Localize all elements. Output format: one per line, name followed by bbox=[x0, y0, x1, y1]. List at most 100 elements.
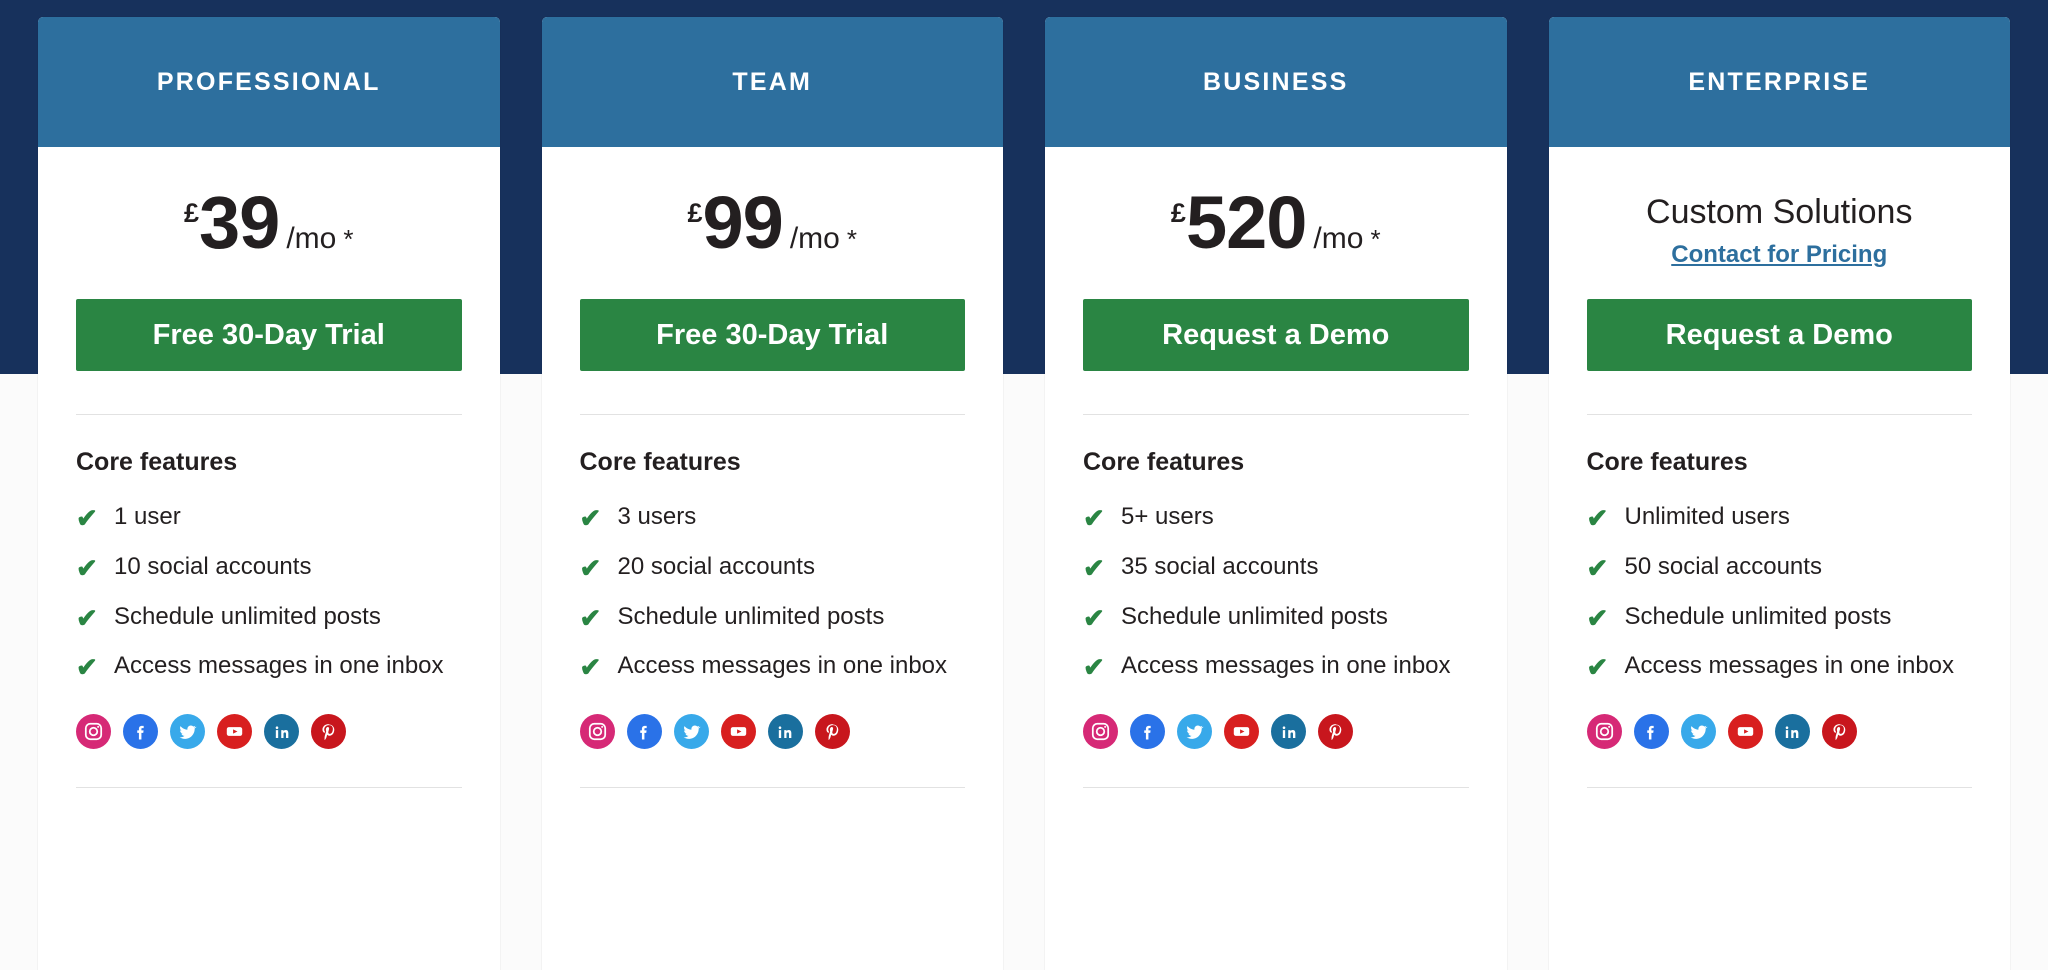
feature-list-item: ✔ 1 user bbox=[76, 495, 462, 542]
twitter-icon[interactable] bbox=[1680, 714, 1716, 750]
cta-button-business[interactable]: Request a Demo bbox=[1083, 299, 1469, 371]
price: £39/mo * bbox=[184, 186, 353, 260]
feature-list-item: ✔ Schedule unlimited posts bbox=[1587, 595, 1973, 642]
feature-label: 3 users bbox=[617, 503, 697, 530]
youtube-icon[interactable] bbox=[720, 714, 756, 750]
card-header-professional: PROFESSIONAL bbox=[38, 17, 500, 147]
feature-list-item: ✔ Schedule unlimited posts bbox=[1083, 595, 1469, 642]
feature-label: 20 social accounts bbox=[617, 552, 815, 580]
features-bottom-divider bbox=[1083, 787, 1469, 789]
social-icon-row bbox=[579, 714, 966, 750]
section-divider bbox=[76, 414, 462, 415]
price: £99/mo * bbox=[688, 186, 857, 260]
cta-button-professional[interactable]: Free 30-Day Trial bbox=[76, 299, 462, 371]
check-icon: ✔ bbox=[579, 602, 602, 633]
feature-list-item: ✔ 5+ users bbox=[1083, 495, 1469, 542]
twitter-icon[interactable] bbox=[673, 714, 709, 750]
youtube-icon[interactable] bbox=[1224, 714, 1259, 750]
card-header-enterprise: ENTERPRISE bbox=[1548, 17, 2010, 147]
feature-list-item: ✔ Schedule unlimited posts bbox=[76, 595, 462, 642]
feature-label: Unlimited users bbox=[1624, 503, 1790, 530]
feature-label: Access messages in one inbox bbox=[1121, 652, 1451, 680]
price-zone: £39/mo * bbox=[76, 147, 462, 299]
pricing-card-team: TEAM £99/mo * Free 30-Day Trial Core feature… bbox=[541, 17, 1003, 970]
pricing-card-enterprise: ENTERPRISE Custom Solutions Contact for Pr… bbox=[1548, 17, 2010, 970]
twitter-icon[interactable] bbox=[170, 714, 205, 750]
plan-name: ENTERPRISE bbox=[1688, 67, 1871, 96]
linkedin-icon[interactable] bbox=[1774, 714, 1810, 750]
check-icon: ✔ bbox=[1586, 503, 1609, 533]
check-icon: ✔ bbox=[579, 552, 602, 583]
card-body-enterprise: Custom Solutions Contact for Pricing Reque… bbox=[1548, 147, 2010, 970]
feature-label: Access messages in one inbox bbox=[617, 652, 948, 680]
check-icon: ✔ bbox=[1083, 602, 1105, 633]
twitter-icon[interactable] bbox=[1177, 714, 1212, 750]
card-body-team: £99/mo * Free 30-Day Trial Core features ✔ 3 … bbox=[541, 147, 1003, 970]
cta-button-team[interactable]: Free 30-Day Trial bbox=[579, 299, 965, 371]
feature-label: Schedule unlimited posts bbox=[617, 602, 885, 630]
price: £520/mo * bbox=[1171, 186, 1381, 260]
check-icon: ✔ bbox=[1083, 503, 1105, 533]
check-icon: ✔ bbox=[1586, 602, 1609, 633]
feature-list-item: ✔ Access messages in one inbox bbox=[580, 644, 966, 691]
youtube-icon[interactable] bbox=[217, 714, 252, 750]
feature-list-item: ✔ Unlimited users bbox=[1587, 495, 1973, 542]
feature-list-item: ✔ 35 social accounts bbox=[1083, 545, 1469, 592]
youtube-icon[interactable] bbox=[1727, 714, 1763, 750]
cta-button-enterprise[interactable]: Request a Demo bbox=[1586, 299, 1972, 371]
section-divider bbox=[579, 414, 965, 415]
feature-list: ✔ 1 user ✔ 10 social accounts ✔ Schedule unli… bbox=[76, 495, 462, 694]
instagram-icon[interactable] bbox=[76, 714, 111, 750]
price-currency: £ bbox=[1170, 198, 1186, 228]
price-currency: £ bbox=[687, 198, 703, 228]
feature-list-item: ✔ 10 social accounts bbox=[76, 545, 462, 592]
feature-list-item: ✔ Access messages in one inbox bbox=[1083, 644, 1469, 691]
features-bottom-divider bbox=[579, 787, 965, 789]
feature-list: ✔ 5+ users ✔ 35 social accounts ✔ Schedule un… bbox=[1083, 495, 1469, 694]
plan-name: TEAM bbox=[732, 67, 813, 96]
feature-list: ✔ 3 users ✔ 20 social accounts ✔ Schedule unl… bbox=[580, 495, 966, 694]
check-icon: ✔ bbox=[76, 652, 98, 683]
feature-label: 5+ users bbox=[1121, 503, 1214, 530]
price-period: /mo bbox=[286, 222, 337, 255]
instagram-icon[interactable] bbox=[579, 714, 615, 750]
facebook-icon[interactable] bbox=[1130, 714, 1165, 750]
feature-label: Schedule unlimited posts bbox=[1121, 602, 1388, 630]
linkedin-icon[interactable] bbox=[767, 714, 803, 750]
check-icon: ✔ bbox=[579, 503, 602, 533]
contact-for-pricing-link[interactable]: Contact for Pricing bbox=[1671, 241, 1887, 269]
feature-label: Schedule unlimited posts bbox=[1624, 602, 1892, 630]
check-icon: ✔ bbox=[1083, 552, 1105, 583]
card-body-business: £520/mo * Request a Demo Core features ✔ 5+ u… bbox=[1045, 147, 1507, 970]
facebook-icon[interactable] bbox=[123, 714, 158, 750]
check-icon: ✔ bbox=[1083, 652, 1105, 683]
social-icon-row bbox=[76, 714, 462, 750]
check-icon: ✔ bbox=[1586, 652, 1609, 683]
features-heading: Core features bbox=[76, 448, 238, 476]
feature-label: 35 social accounts bbox=[1121, 552, 1319, 580]
check-icon: ✔ bbox=[76, 552, 98, 583]
price-period: /mo bbox=[789, 222, 840, 255]
features-bottom-divider bbox=[76, 787, 462, 789]
features-heading: Core features bbox=[579, 448, 741, 476]
feature-label: 10 social accounts bbox=[114, 552, 312, 580]
linkedin-icon[interactable] bbox=[264, 714, 299, 750]
pinterest-icon[interactable] bbox=[814, 714, 850, 750]
pinterest-icon[interactable] bbox=[311, 714, 346, 750]
pricing-card-list: PROFESSIONAL £39/mo * Free 30-Day Trial Core… bbox=[0, 0, 2048, 970]
custom-pricing-zone: Custom Solutions Contact for Pricing bbox=[1587, 147, 1973, 299]
features-bottom-divider bbox=[1586, 787, 1972, 789]
price-zone: £520/mo * bbox=[1083, 147, 1469, 299]
custom-pricing-title: Custom Solutions bbox=[1646, 193, 1913, 232]
price-asterisk: * bbox=[343, 224, 354, 254]
price-period: /mo bbox=[1313, 222, 1364, 255]
check-icon: ✔ bbox=[579, 652, 602, 683]
instagram-icon[interactable] bbox=[1586, 714, 1622, 750]
facebook-icon[interactable] bbox=[626, 714, 662, 750]
linkedin-icon[interactable] bbox=[1271, 714, 1306, 750]
price-currency: £ bbox=[184, 198, 200, 228]
pinterest-icon[interactable] bbox=[1821, 714, 1857, 750]
pinterest-icon[interactable] bbox=[1318, 714, 1353, 750]
facebook-icon[interactable] bbox=[1633, 714, 1669, 750]
instagram-icon[interactable] bbox=[1083, 714, 1118, 750]
